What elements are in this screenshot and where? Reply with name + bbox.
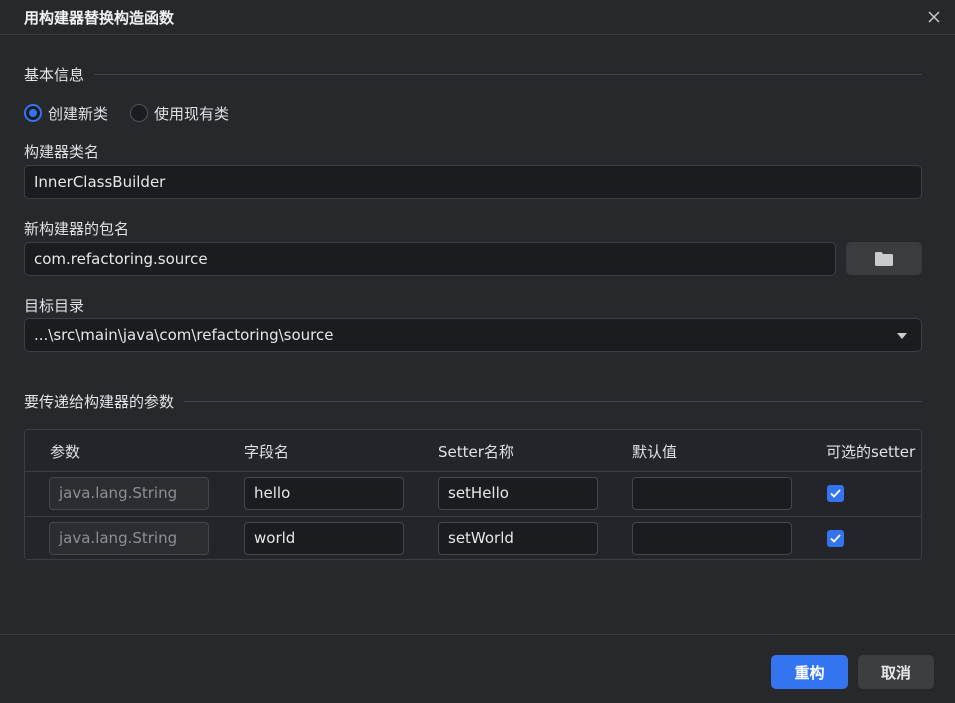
column-header-param: 参数 xyxy=(50,443,81,461)
param-type-cell: java.lang.String xyxy=(49,522,209,555)
field-name-input[interactable]: world xyxy=(244,522,404,555)
close-icon[interactable] xyxy=(923,6,945,28)
radio-create-new-class[interactable]: 创建新类 xyxy=(24,103,108,124)
chevron-down-icon[interactable] xyxy=(897,333,907,339)
column-header-setter-name: Setter名称 xyxy=(438,443,514,461)
table-row: java.lang.String hello setHello xyxy=(25,472,921,517)
optional-setter-checkbox[interactable] xyxy=(827,485,844,502)
target-directory-value: ...\src\main\java\com\refactoring\source xyxy=(34,326,334,344)
target-directory-select[interactable]: ...\src\main\java\com\refactoring\source xyxy=(24,318,922,352)
basic-info-section: 基本信息 xyxy=(24,64,922,85)
builder-class-name-label: 构建器类名 xyxy=(24,143,100,161)
column-header-optional-setter: 可选的setter xyxy=(826,443,916,461)
radio-use-existing-class[interactable]: 使用现有类 xyxy=(130,103,229,124)
section-title-basic-info: 基本信息 xyxy=(24,64,95,85)
section-divider xyxy=(24,74,922,75)
builder-class-name-input[interactable]: InnerClassBuilder xyxy=(24,165,922,199)
browse-package-button[interactable] xyxy=(846,242,922,275)
target-directory-label: 目标目录 xyxy=(24,297,85,315)
column-header-default-value: 默认值 xyxy=(632,443,678,461)
check-icon xyxy=(830,534,841,543)
cancel-button[interactable]: 取消 xyxy=(858,655,934,689)
column-header-field-name: 字段名 xyxy=(244,443,290,461)
check-icon xyxy=(830,489,841,498)
package-name-label: 新构建器的包名 xyxy=(24,220,130,238)
table-header: 参数 字段名 Setter名称 默认值 可选的setter xyxy=(25,430,921,472)
table-row: java.lang.String world setWorld xyxy=(25,517,921,562)
field-name-input[interactable]: hello xyxy=(244,477,404,510)
class-mode-radio-group: 创建新类 使用现有类 xyxy=(24,102,251,124)
folder-icon xyxy=(875,251,893,266)
dialog-titlebar: 用构建器替换构造函数 xyxy=(0,0,955,35)
default-value-input[interactable] xyxy=(632,522,792,555)
refactor-button[interactable]: 重构 xyxy=(771,655,848,689)
section-title-params: 要传递给构建器的参数 xyxy=(24,391,185,412)
setter-name-input[interactable]: setWorld xyxy=(438,522,598,555)
param-type-cell: java.lang.String xyxy=(49,477,209,510)
default-value-input[interactable] xyxy=(632,477,792,510)
radio-label: 使用现有类 xyxy=(154,104,230,123)
params-section: 要传递给构建器的参数 xyxy=(24,391,922,412)
package-name-input[interactable]: com.refactoring.source xyxy=(24,242,836,276)
optional-setter-checkbox[interactable] xyxy=(827,530,844,547)
dialog-title: 用构建器替换构造函数 xyxy=(24,9,175,27)
radio-unselected-icon[interactable] xyxy=(130,104,149,122)
replace-constructor-dialog: 用构建器替换构造函数 基本信息 创建新类 使用现有类 构建器类名 InnerCl… xyxy=(0,0,955,703)
dialog-footer: 重构 取消 xyxy=(0,634,955,703)
radio-label: 创建新类 xyxy=(48,104,109,123)
setter-name-input[interactable]: setHello xyxy=(438,477,598,510)
radio-selected-icon[interactable] xyxy=(24,104,42,122)
params-table: 参数 字段名 Setter名称 默认值 可选的setter java.lang.… xyxy=(24,429,922,560)
